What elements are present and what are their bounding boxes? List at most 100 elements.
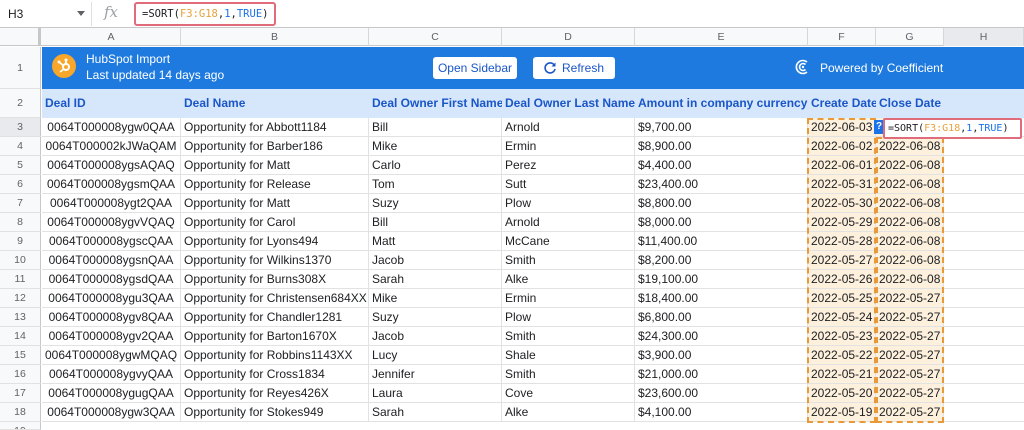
cell-deal-name[interactable]: Opportunity for Reyes426X <box>181 384 369 403</box>
column-header-a[interactable]: A <box>42 28 181 46</box>
row-header[interactable]: 14 <box>0 327 41 346</box>
row-header[interactable]: 13 <box>0 308 41 327</box>
row-header[interactable]: 9 <box>0 232 41 251</box>
row-header[interactable]: 10 <box>0 251 41 270</box>
cell-h[interactable] <box>944 194 1024 213</box>
row-header[interactable]: 6 <box>0 175 41 194</box>
cell-deal-name[interactable]: Opportunity for Robbins1143XX <box>181 346 369 365</box>
column-header-f[interactable]: F <box>808 28 876 46</box>
cell-deal-id[interactable]: 0064T000008ygugQAA <box>42 384 181 403</box>
cell-owner-first-name[interactable]: Tom <box>369 175 502 194</box>
cell-amount[interactable]: $9,700.00 <box>635 118 808 137</box>
cell-amount[interactable]: $23,400.00 <box>635 175 808 194</box>
cell-owner-first-name[interactable]: Bill <box>369 118 502 137</box>
cell-h[interactable] <box>944 251 1024 270</box>
row-header[interactable]: 12 <box>0 289 41 308</box>
row-header[interactable]: 16 <box>0 365 41 384</box>
row-header[interactable]: 8 <box>0 213 41 232</box>
cell-h[interactable] <box>944 403 1024 422</box>
cell-h[interactable] <box>944 327 1024 346</box>
cell-amount[interactable]: $21,000.00 <box>635 365 808 384</box>
cell-deal-name[interactable]: Opportunity for Matt <box>181 156 369 175</box>
cell-amount[interactable]: $3,900.00 <box>635 346 808 365</box>
cell-owner-last-name[interactable]: Smith <box>502 365 635 384</box>
cell-h[interactable] <box>944 308 1024 327</box>
cell-owner-last-name[interactable]: Ermin <box>502 289 635 308</box>
cell-owner-last-name[interactable]: Alke <box>502 403 635 422</box>
cell-owner-first-name[interactable]: Mike <box>369 289 502 308</box>
cell-owner-last-name[interactable]: Cove <box>502 384 635 403</box>
row-header[interactable]: 17 <box>0 384 41 403</box>
cell-h[interactable] <box>944 175 1024 194</box>
header-deal-name[interactable]: Deal Name <box>181 89 369 118</box>
cell-owner-last-name[interactable]: Sutt <box>502 175 635 194</box>
cell-deal-id[interactable]: 0064T000008ygvVQAQ <box>42 213 181 232</box>
column-header-h[interactable]: H <box>944 28 1024 46</box>
cell-owner-first-name[interactable]: Laura <box>369 384 502 403</box>
row-header[interactable]: 1 <box>0 47 41 89</box>
row-header[interactable]: 11 <box>0 270 41 289</box>
cell-deal-id[interactable]: 0064T000008ygw3QAA <box>42 403 181 422</box>
row-header[interactable]: 19 <box>0 422 41 430</box>
cell-deal-name[interactable]: Opportunity for Cross1834 <box>181 365 369 384</box>
cell-amount[interactable]: $4,100.00 <box>635 403 808 422</box>
header-amount[interactable]: Amount in company currency <box>635 89 808 118</box>
cell-owner-first-name[interactable]: Carlo <box>369 156 502 175</box>
cell-deal-name[interactable]: Opportunity for Christensen684XX <box>181 289 369 308</box>
column-header-c[interactable]: C <box>369 28 502 46</box>
row-header[interactable]: 7 <box>0 194 41 213</box>
cell-deal-id[interactable]: 0064T000008ygu3QAA <box>42 289 181 308</box>
refresh-button[interactable]: Refresh <box>533 57 615 79</box>
cell-h[interactable] <box>944 137 1024 156</box>
cell-deal-id[interactable]: 0064T000008ygt2QAA <box>42 194 181 213</box>
cell-amount[interactable]: $8,900.00 <box>635 137 808 156</box>
header-close-date[interactable]: Close Date <box>876 89 944 118</box>
cell-deal-id[interactable]: 0064T000008ygsdQAA <box>42 270 181 289</box>
cell-formula-editor[interactable]: =SORT(F3:G18,1,TRUE) <box>883 118 1022 139</box>
cell-deal-name[interactable]: Opportunity for Chandler1281 <box>181 308 369 327</box>
column-header-e[interactable]: E <box>635 28 808 46</box>
cell-deal-name[interactable]: Opportunity for Burns308X <box>181 270 369 289</box>
cell-amount[interactable]: $11,400.00 <box>635 232 808 251</box>
row-header[interactable]: 15 <box>0 346 41 365</box>
cell-amount[interactable]: $24,300.00 <box>635 327 808 346</box>
cell-amount[interactable]: $19,100.00 <box>635 270 808 289</box>
cell-owner-last-name[interactable]: Shale <box>502 346 635 365</box>
cell-amount[interactable]: $6,800.00 <box>635 308 808 327</box>
cell-deal-id[interactable]: 0064T000008ygsmQAA <box>42 175 181 194</box>
cell-deal-id[interactable]: 0064T000008ygv8QAA <box>42 308 181 327</box>
cell-amount[interactable]: $4,400.00 <box>635 156 808 175</box>
cell-deal-name[interactable]: Opportunity for Wilkins1370 <box>181 251 369 270</box>
row-header[interactable]: 18 <box>0 403 41 422</box>
cell-amount[interactable]: $8,200.00 <box>635 251 808 270</box>
cell-h[interactable] <box>944 384 1024 403</box>
cell-h[interactable] <box>944 346 1024 365</box>
column-header-g[interactable]: G <box>876 28 944 46</box>
header-owner-first-name[interactable]: Deal Owner First Name <box>369 89 502 118</box>
cell-h[interactable] <box>944 213 1024 232</box>
chevron-down-icon[interactable] <box>77 11 85 16</box>
cell-owner-first-name[interactable]: Lucy <box>369 346 502 365</box>
cell-owner-last-name[interactable]: Alke <box>502 270 635 289</box>
open-sidebar-button[interactable]: Open Sidebar <box>433 57 517 79</box>
cell-owner-last-name[interactable]: Plow <box>502 194 635 213</box>
cell-deal-id[interactable]: 0064T000008ygv2QAA <box>42 327 181 346</box>
row-header[interactable]: 4 <box>0 137 41 156</box>
header-owner-last-name[interactable]: Deal Owner Last Name <box>502 89 635 118</box>
cell-deal-id[interactable]: 0064T000008ygscQAA <box>42 232 181 251</box>
cell-h[interactable] <box>944 365 1024 384</box>
cell-owner-last-name[interactable]: McCane <box>502 232 635 251</box>
column-header-d[interactable]: D <box>502 28 635 46</box>
cell-owner-first-name[interactable]: Suzy <box>369 308 502 327</box>
cell-deal-id[interactable]: 0064T000008ygsnQAA <box>42 251 181 270</box>
cell-owner-first-name[interactable]: Sarah <box>369 270 502 289</box>
cell-deal-name[interactable]: Opportunity for Release <box>181 175 369 194</box>
cell-amount[interactable]: $18,400.00 <box>635 289 808 308</box>
select-all-corner[interactable] <box>0 28 41 46</box>
cell-owner-last-name[interactable]: Ermin <box>502 137 635 156</box>
cell-owner-last-name[interactable]: Arnold <box>502 213 635 232</box>
column-header-b[interactable]: B <box>181 28 369 46</box>
cell-owner-first-name[interactable]: Mike <box>369 137 502 156</box>
cell-deal-name[interactable]: Opportunity for Lyons494 <box>181 232 369 251</box>
cell-deal-name[interactable]: Opportunity for Matt <box>181 194 369 213</box>
